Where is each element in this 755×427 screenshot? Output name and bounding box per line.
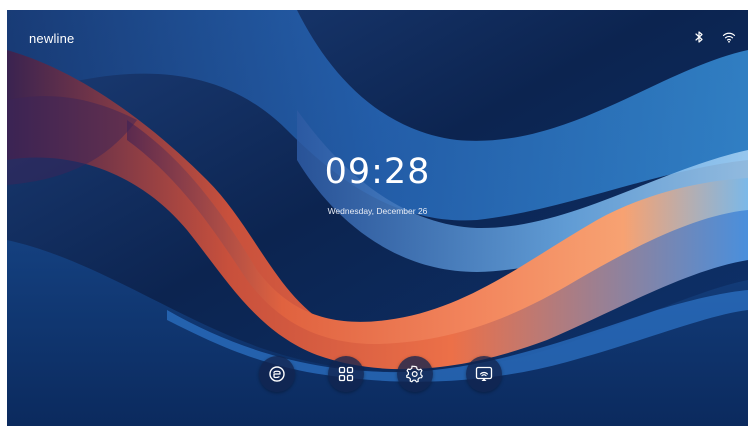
settings-button[interactable] [397,356,433,392]
clock-time: 09:28 [324,152,431,192]
clock-date: Wednesday, December 26 [327,206,428,216]
dock [7,356,748,392]
screen-cast-button[interactable] [466,356,502,392]
apps-grid-icon [336,364,356,384]
wifi-icon[interactable] [722,30,736,44]
home-screen: newline 09:28 Wednesday, December 26 [7,10,748,426]
status-bar [692,30,736,44]
bluetooth-icon[interactable] [692,30,706,44]
screen-cast-icon [474,364,494,384]
whiteboard-button[interactable] [259,356,295,392]
apps-button[interactable] [328,356,364,392]
settings-gear-icon [405,364,425,384]
newline-logo: newline [29,31,75,46]
whiteboard-icon [267,364,287,384]
